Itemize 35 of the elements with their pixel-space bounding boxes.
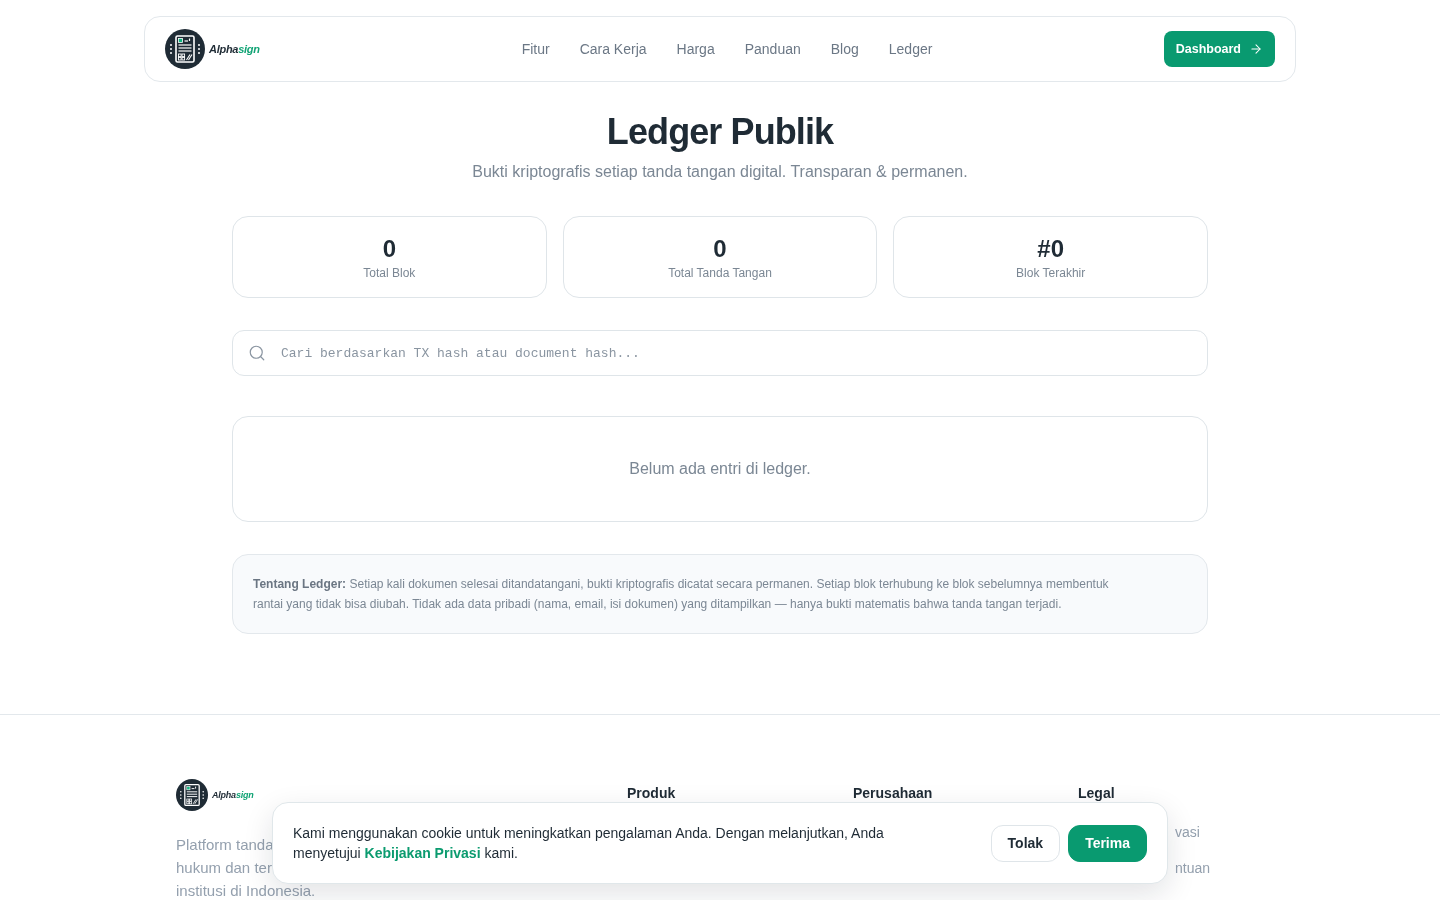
nav-link[interactable]: Ledger (888, 38, 933, 60)
search-field[interactable]: Cari berdasarkan TX hash atau document hash... (232, 330, 1208, 376)
nav-link[interactable]: Blog (830, 38, 859, 60)
decline-button[interactable]: Tolak (990, 824, 1061, 862)
footer-description: institusi di Indonesia. (176, 881, 316, 900)
nav-link[interactable]: Panduan (744, 38, 801, 60)
footer-link[interactable]: ntuan (1175, 858, 1211, 878)
about-text: Tentang Ledger: Setiap kali dokumen selesai ditandatangani, bukti kriptografis dicatat secara permanen. Setiap blok terhubung ke blok sebelumnya membentuk rantai yang tidak bisa diubah. Tidak ada data pribadi (nama, email, isi dokumen) yang ditampilkan — hanya bukti matematis bahwa tanda tangan terjadi. (253, 576, 1110, 613)
nav-link[interactable]: Harga (676, 38, 715, 60)
dashboard-button[interactable]: Dashboard (1163, 31, 1275, 67)
stat-value: 0 (713, 234, 727, 264)
accept-button[interactable]: Terima (1068, 824, 1147, 862)
cookie-message: Kami menggunakan cookie untuk meningkatkan pengalaman Anda. Dengan melanjutkan, Anda menyetujui Kebijakan Privasi kami. (293, 824, 885, 863)
logo-wordmark: Alphasign (212, 790, 254, 800)
stat-label: Total Blok (363, 265, 416, 281)
empty-message: Belum ada entri di ledger. (629, 459, 811, 479)
footer-description: hukum dan ter (176, 858, 272, 878)
footer-heading: Produk (627, 784, 676, 803)
logo-wordmark: Alphasign (209, 43, 260, 55)
page-title: Ledger Publik (606, 112, 834, 152)
page-subtitle: Bukti kriptografis setiap tanda tangan digital. Transparan & permanen. (472, 162, 968, 182)
logo-icon (165, 29, 205, 69)
stat-label: Total Tanda Tangan (668, 265, 772, 281)
footer-description: Platform tanda (176, 835, 274, 855)
footer-heading: Perusahaan (853, 784, 933, 803)
search-icon (248, 344, 266, 362)
logo-icon (176, 779, 208, 811)
stat-value: #0 (1037, 234, 1064, 264)
footer-heading: Legal (1078, 784, 1115, 803)
footer-link[interactable]: vasi (1175, 822, 1200, 842)
stat-value: 0 (382, 234, 396, 264)
privacy-policy-link[interactable]: Kebijakan Privasi (364, 845, 481, 861)
stat-label: Blok Terakhir (1016, 265, 1086, 281)
nav-link[interactable]: Fitur (521, 38, 550, 60)
nav-link[interactable]: Cara Kerja (579, 38, 647, 60)
